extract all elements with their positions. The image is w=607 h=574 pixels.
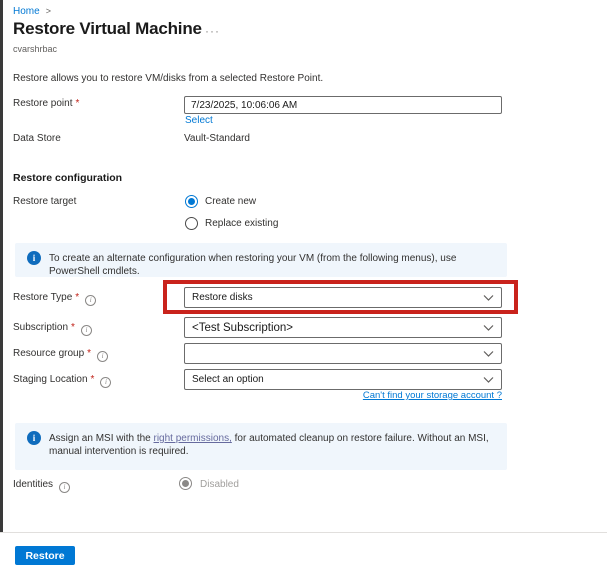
select-restore-point-link[interactable]: Select (185, 115, 213, 126)
blade-description: Restore allows you to restore VM/disks f… (13, 73, 324, 84)
staging-location-label-text: Staging Location (13, 374, 88, 385)
restore-type-label: Restore Type * i (13, 292, 97, 306)
subscription-value: <Test Subscription> (192, 321, 294, 334)
vm-name-subtitle: cvarshrbac (13, 44, 58, 54)
info-icon: i (27, 251, 41, 265)
restore-point-input[interactable] (184, 96, 502, 114)
right-permissions-link[interactable]: right permissions, (154, 433, 232, 444)
create-new-radio-label[interactable]: Create new (205, 196, 256, 207)
required-asterisk: * (75, 98, 80, 109)
restore-configuration-heading: Restore configuration (13, 172, 123, 184)
data-store-label: Data Store (13, 133, 61, 144)
msi-info-banner: i Assign an MSI with the right permissio… (15, 423, 507, 470)
restore-type-value: Restore disks (192, 292, 253, 303)
breadcrumb-chevron-icon: > (45, 6, 51, 16)
restore-type-dropdown[interactable]: Restore disks (184, 287, 502, 308)
chevron-down-icon (483, 325, 494, 331)
blade-left-border (0, 0, 3, 533)
powershell-info-banner: i To create an alternate configuration w… (15, 243, 507, 277)
subscription-label: Subscription * i (13, 322, 92, 336)
data-store-value: Vault-Standard (184, 133, 250, 144)
footer-divider (0, 532, 607, 533)
chevron-down-icon (483, 351, 494, 357)
restore-type-info-icon[interactable]: i (85, 294, 97, 306)
identities-label: Identities i (13, 479, 71, 493)
more-options-icon[interactable]: ··· (205, 24, 220, 38)
chevron-down-icon (483, 295, 494, 301)
identities-info-icon[interactable]: i (59, 481, 71, 493)
storage-account-help-link[interactable]: Can't find your storage account ? (363, 390, 502, 401)
info-icon: i (27, 431, 41, 445)
restore-point-label: Restore point * (13, 98, 79, 109)
resource-group-dropdown[interactable] (184, 343, 502, 364)
powershell-info-text: To create an alternate configuration whe… (49, 253, 457, 277)
staging-location-info-icon[interactable]: i (100, 376, 112, 388)
page-title: Restore Virtual Machine (13, 19, 202, 38)
restore-type-label-text: Restore Type (13, 292, 73, 303)
identities-label-text: Identities (13, 479, 54, 490)
required-asterisk: * (87, 348, 92, 359)
required-asterisk: * (90, 374, 95, 385)
staging-location-value: Select an option (192, 374, 264, 385)
msi-info-text: Assign an MSI with the right permissions… (49, 432, 495, 458)
create-new-radio[interactable] (185, 195, 198, 208)
subscription-info-icon[interactable]: i (80, 324, 92, 336)
required-asterisk: * (71, 322, 75, 333)
restore-target-label: Restore target (13, 196, 77, 207)
subscription-dropdown[interactable]: <Test Subscription> (184, 317, 502, 338)
restore-button[interactable]: Restore (15, 546, 75, 565)
restore-vm-blade: Home > Restore Virtual Machine ··· cvarsh… (0, 0, 607, 574)
msi-text-prefix: Assign an MSI with the (49, 433, 154, 444)
staging-location-label: Staging Location * i (13, 374, 112, 388)
required-asterisk: * (75, 292, 80, 303)
subscription-label-text: Subscription (13, 322, 69, 333)
replace-existing-radio[interactable] (185, 217, 198, 230)
staging-location-dropdown[interactable]: Select an option (184, 369, 502, 390)
breadcrumb: Home > (13, 6, 51, 17)
chevron-down-icon (483, 377, 494, 383)
resource-group-info-icon[interactable]: i (97, 350, 109, 362)
replace-existing-radio-label[interactable]: Replace existing (205, 218, 278, 229)
resource-group-label-text: Resource group (13, 348, 85, 359)
identities-disabled-label: Disabled (200, 479, 239, 490)
restore-point-label-text: Restore point (13, 98, 73, 109)
breadcrumb-home-link[interactable]: Home (13, 6, 40, 17)
identities-disabled-radio (179, 477, 192, 490)
resource-group-label: Resource group * i (13, 348, 109, 362)
